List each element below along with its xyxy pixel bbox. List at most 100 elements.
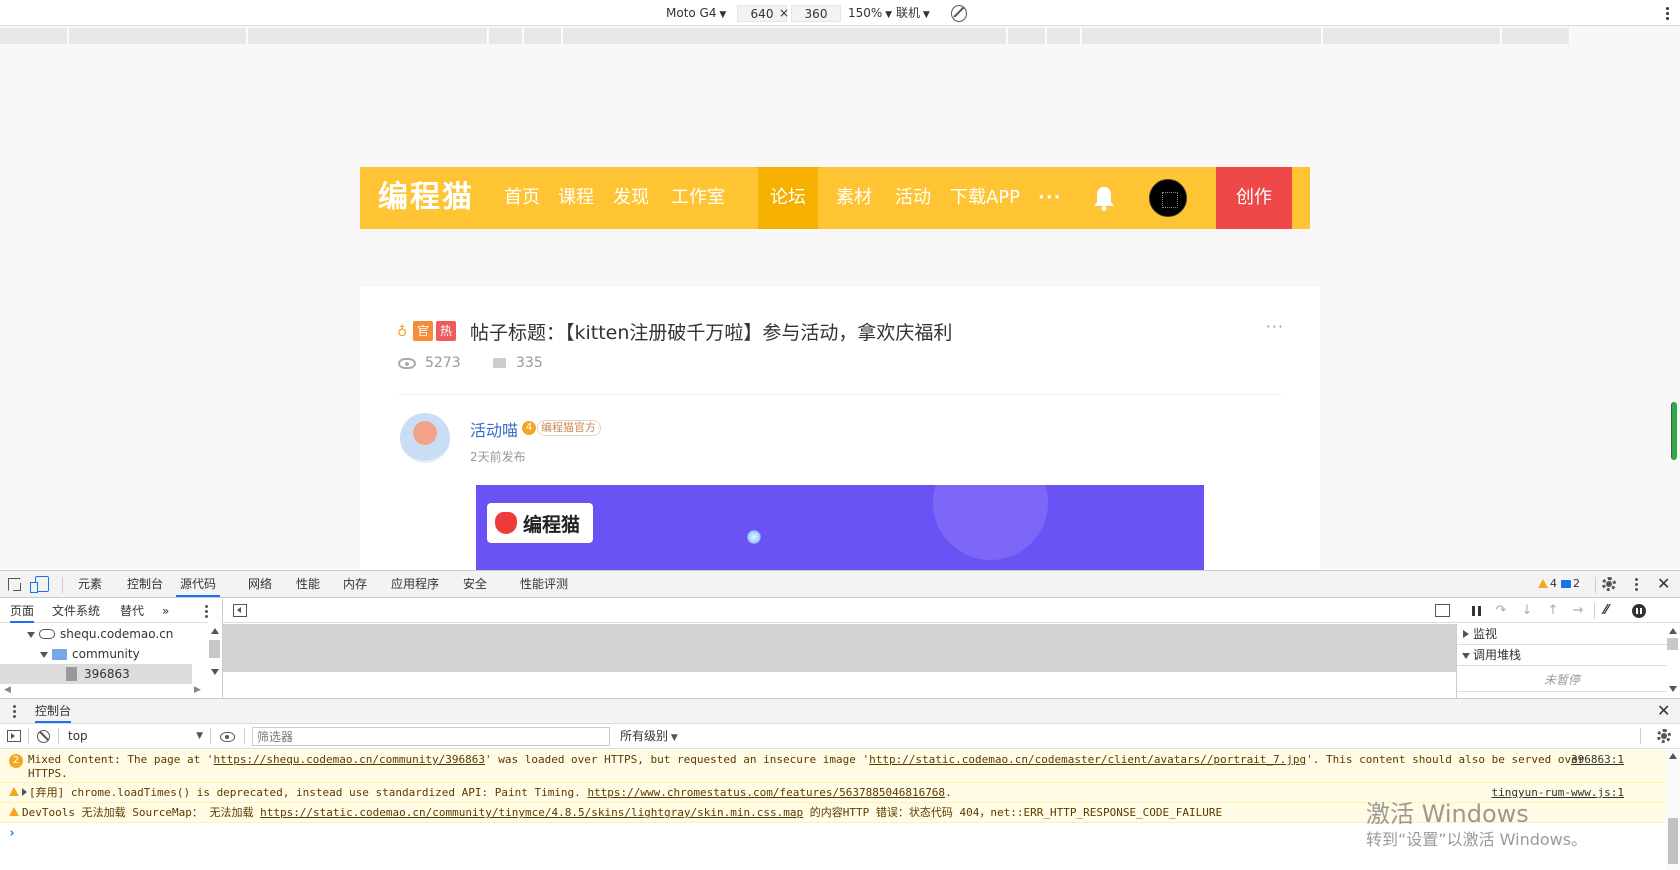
call-stack-section[interactable]: 调用堆栈 xyxy=(1457,645,1667,666)
tab-application[interactable]: 应用程序 xyxy=(391,571,439,597)
deactivate-breakpoints-icon[interactable]: ⁄⁄ xyxy=(1604,604,1618,618)
message-link[interactable]: http://static.codemao.cn/codemaster/clie… xyxy=(869,753,1306,766)
pause-on-exceptions-icon[interactable] xyxy=(1632,604,1646,618)
nav-item-studio[interactable]: 工作室 xyxy=(663,167,733,229)
scroll-up-icon[interactable] xyxy=(1669,753,1677,759)
nav-item-activities[interactable]: 活动 xyxy=(887,167,939,229)
author-name[interactable]: 活动喵 xyxy=(470,417,518,441)
collapse-icon[interactable] xyxy=(1462,653,1470,659)
toggle-navigator-icon[interactable] xyxy=(233,604,247,617)
bell-icon[interactable] xyxy=(1093,185,1115,211)
tab-filesystem[interactable]: 文件系统 xyxy=(52,599,100,623)
tab-overrides[interactable]: 替代 xyxy=(120,599,144,623)
user-avatar[interactable] xyxy=(1149,179,1187,217)
tab-performance[interactable]: 性能 xyxy=(296,571,320,597)
media-query-segment[interactable] xyxy=(69,28,247,44)
create-button[interactable]: 创作 xyxy=(1216,167,1292,229)
tree-item-file[interactable]: 396863 xyxy=(0,664,192,684)
step-out-icon[interactable]: ↑ xyxy=(1546,604,1560,618)
more-options-icon[interactable] xyxy=(1666,5,1670,22)
tab-console-drawer[interactable]: 控制台 xyxy=(35,699,72,723)
message-link[interactable]: https://shequ.codemao.cn/community/39686… xyxy=(213,753,485,766)
expand-icon[interactable] xyxy=(40,652,48,658)
media-query-segment[interactable] xyxy=(0,28,68,44)
nav-item-courses[interactable]: 课程 xyxy=(550,167,602,229)
scroll-down-icon[interactable] xyxy=(1669,686,1677,692)
media-query-segment[interactable] xyxy=(1008,28,1046,44)
site-logo[interactable]: 编程猫 xyxy=(378,179,474,217)
scroll-thumb[interactable] xyxy=(209,640,220,658)
tree-item-domain[interactable]: shequ.codemao.cn xyxy=(0,624,192,644)
network-throttle-select[interactable]: 联机 xyxy=(896,5,930,22)
media-query-segment[interactable] xyxy=(248,28,488,44)
step-into-icon[interactable]: ↓ xyxy=(1520,604,1534,618)
nav-item-home[interactable]: 首页 xyxy=(496,167,548,229)
context-select[interactable]: top xyxy=(68,728,203,745)
page-scrollbar[interactable] xyxy=(1671,402,1677,460)
nav-item-discover[interactable]: 发现 xyxy=(605,167,657,229)
message-source-link[interactable]: 396863:1 xyxy=(1571,753,1624,767)
inspect-element-icon[interactable] xyxy=(8,578,21,591)
expand-icon[interactable] xyxy=(27,632,35,638)
step-icon[interactable]: → xyxy=(1571,604,1585,618)
tab-sources[interactable]: 源代码 xyxy=(176,571,221,597)
step-over-icon[interactable]: ↷ xyxy=(1494,604,1508,618)
console-prompt[interactable]: › xyxy=(8,826,16,841)
console-sidebar-icon[interactable] xyxy=(7,730,21,742)
scroll-left-icon[interactable]: ◀ xyxy=(4,685,11,695)
tab-security[interactable]: 安全 xyxy=(463,571,487,597)
toggle-debugger-icon[interactable] xyxy=(1435,604,1450,617)
navigator-menu-icon[interactable] xyxy=(205,605,208,620)
log-levels-select[interactable]: 所有级别 xyxy=(620,728,678,747)
message-link[interactable]: https://static.codemao.cn/community/tiny… xyxy=(260,806,803,819)
tab-network[interactable]: 网络 xyxy=(248,571,272,597)
tab-lighthouse[interactable]: 性能评测 xyxy=(520,571,568,597)
media-query-segment[interactable] xyxy=(489,28,523,44)
zoom-select[interactable]: 150% xyxy=(848,5,892,22)
tab-page[interactable]: 页面 xyxy=(10,599,35,623)
media-query-segment[interactable] xyxy=(563,28,1007,44)
media-query-segment[interactable] xyxy=(1047,28,1081,44)
post-more-icon[interactable]: ··· xyxy=(1266,317,1284,336)
device-toolbar-icon[interactable] xyxy=(30,576,49,593)
nav-item-materials[interactable]: 素材 xyxy=(828,167,880,229)
devtools-menu-icon[interactable] xyxy=(1635,578,1638,593)
tab-console[interactable]: 控制台 xyxy=(127,571,163,597)
console-settings-gear-icon[interactable] xyxy=(1657,729,1671,743)
media-query-segment[interactable] xyxy=(1502,28,1570,44)
issue-counter[interactable]: 42 xyxy=(1538,577,1580,590)
nav-item-forum[interactable]: 论坛 xyxy=(758,167,818,229)
media-query-segment[interactable] xyxy=(1323,28,1501,44)
author-avatar[interactable] xyxy=(400,413,450,463)
message-link[interactable]: https://www.chromestatus.com/features/56… xyxy=(587,786,945,799)
editor-area[interactable] xyxy=(223,624,1456,672)
console-filter-input[interactable] xyxy=(252,727,610,746)
console-message-warning[interactable]: 2 Mixed Content: The page at 'https://sh… xyxy=(0,750,1666,783)
tab-elements[interactable]: 元素 xyxy=(78,571,102,597)
pause-icon[interactable] xyxy=(1470,604,1484,618)
scroll-thumb[interactable] xyxy=(1668,818,1678,864)
console-scrollbar[interactable] xyxy=(1666,750,1680,870)
media-query-segment[interactable] xyxy=(1082,28,1322,44)
close-devtools-icon[interactable]: ✕ xyxy=(1657,576,1670,592)
nav-item-download-app[interactable]: 下载APP xyxy=(946,167,1024,229)
drawer-menu-icon[interactable] xyxy=(13,705,16,720)
scroll-down-icon[interactable] xyxy=(211,669,219,675)
media-query-segment[interactable] xyxy=(524,28,562,44)
tree-vertical-scrollbar[interactable] xyxy=(208,624,222,698)
tab-memory[interactable]: 内存 xyxy=(343,571,367,597)
rotate-icon[interactable] xyxy=(951,5,967,22)
expand-icon[interactable] xyxy=(1463,630,1469,638)
watch-section[interactable]: 监视 xyxy=(1457,624,1667,645)
scroll-thumb[interactable] xyxy=(1667,638,1678,650)
scroll-up-icon[interactable] xyxy=(211,628,219,634)
close-drawer-icon[interactable]: ✕ xyxy=(1657,703,1670,719)
tree-horizontal-scrollbar[interactable]: ◀ ▶ xyxy=(0,684,208,698)
scroll-up-icon[interactable] xyxy=(1669,628,1677,634)
tree-item-folder[interactable]: community xyxy=(0,644,192,664)
settings-gear-icon[interactable] xyxy=(1602,577,1616,591)
device-height-input[interactable]: 360 xyxy=(791,5,841,22)
scroll-right-icon[interactable]: ▶ xyxy=(194,685,201,695)
nav-more-icon[interactable]: ··· xyxy=(1038,189,1062,207)
clear-console-icon[interactable] xyxy=(37,730,50,743)
